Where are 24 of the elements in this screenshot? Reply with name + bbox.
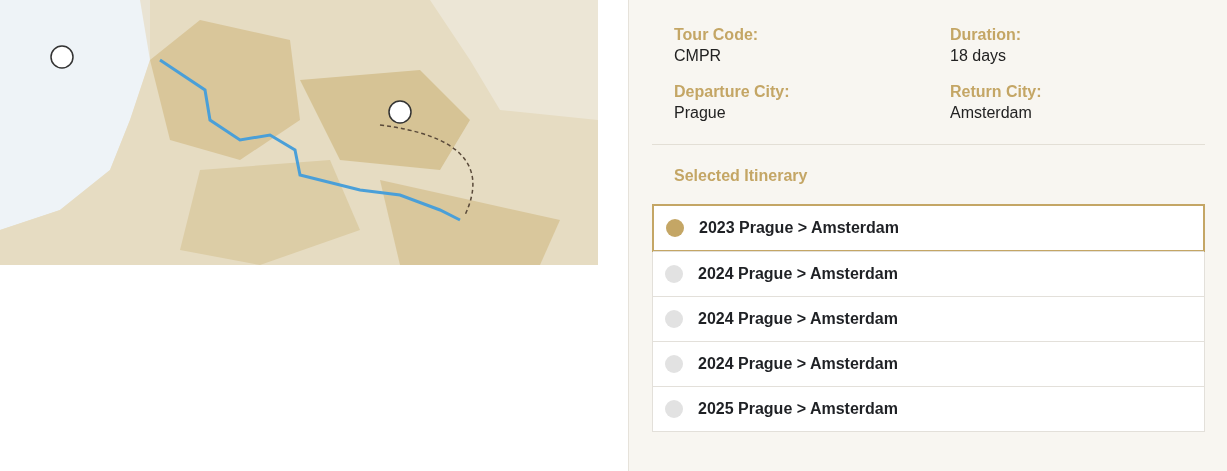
option-label: 2025 Prague > Amsterdam [698,400,898,418]
itinerary-option[interactable]: 2024 Prague > Amsterdam [653,251,1204,296]
radio-dot [666,219,684,237]
option-label: 2024 Prague > Amsterdam [698,310,898,328]
itinerary-option[interactable]: 2023 Prague > Amsterdam [652,204,1205,252]
detail-label: Departure City: [674,83,791,101]
itinerary-option[interactable]: 2025 Prague > Amsterdam [653,386,1204,431]
option-label: 2024 Prague > Amsterdam [698,355,898,373]
radio-dot [665,400,683,418]
itinerary-option[interactable]: 2024 Prague > Amsterdam [653,296,1204,341]
radio-dot [665,310,683,328]
option-label: 2024 Prague > Amsterdam [698,265,898,283]
radio-dot [665,355,683,373]
detail-value: Amsterdam [950,104,1033,122]
option-label: 2023 Prague > Amsterdam [699,219,899,237]
radio-dot [665,265,683,283]
detail-label: Tour Code: [674,26,760,44]
detail-label: Duration: [950,26,1023,44]
detail-value: 18 days [950,47,1008,65]
itinerary-option[interactable]: 2024 Prague > Amsterdam [653,341,1204,386]
detail-label: Return City: [950,83,1043,101]
detail-value: Prague [674,104,727,122]
detail-value: CMPR [674,47,723,65]
itinerary-heading: Selected Itinerary [674,167,809,185]
